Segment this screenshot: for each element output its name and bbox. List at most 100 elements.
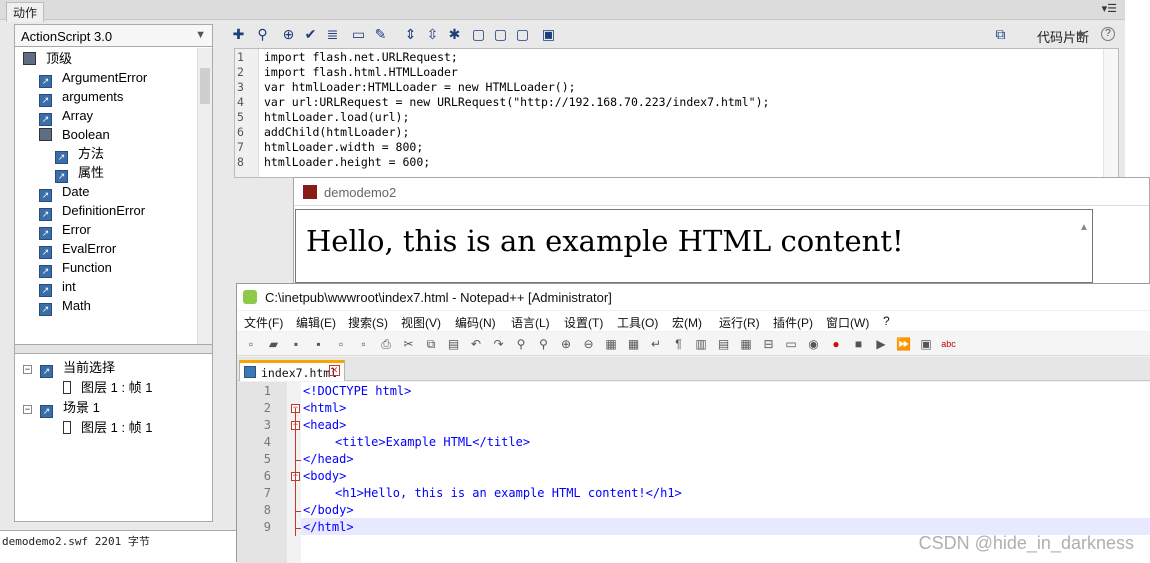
stop-icon[interactable]: ■ [851,336,867,352]
redo-icon[interactable]: ↷ [491,336,507,352]
tree-item[interactable]: ↗ arguments [39,87,123,107]
collapse-icon[interactable]: − [23,365,32,374]
sync-h-icon[interactable]: ▦ [626,336,642,352]
save-macro-icon[interactable]: ▣ [918,336,934,352]
close-tab-icon[interactable]: ✕ [329,365,340,376]
new-icon[interactable]: ▫ [243,336,259,352]
menu-item[interactable]: 编辑(E) [296,314,336,331]
tree-item[interactable]: ↗ DefinitionError [39,201,146,221]
check-syntax-icon[interactable]: ✔ [302,26,319,43]
play-multi-icon[interactable]: ⏩ [896,336,912,352]
menu-item[interactable]: 设置(T) [564,314,603,331]
add-icon[interactable]: ✚ [230,26,247,43]
debug-icon[interactable]: ✎ [372,26,389,43]
actionscript-editor[interactable]: 12345678 import flash.net.URLRequest; imp… [234,48,1119,178]
tree-item[interactable]: ↗ Math [39,296,91,316]
tree-item[interactable]: ↗ Error [39,220,91,240]
scene-item[interactable]: 图层 1 : 帧 1 [63,378,153,398]
open-icon[interactable]: ▰ [266,336,282,352]
menu-item[interactable]: 语言(L) [511,314,550,331]
format-icon[interactable]: ≣ [324,26,341,43]
cut-icon[interactable]: ✂ [401,336,417,352]
menu-item[interactable]: 插件(P) [773,314,813,331]
tree-item[interactable]: ↗ Array [39,106,93,126]
tree-scrollbar[interactable] [197,48,212,344]
tree-item-label: Function [62,260,112,275]
comment-icon[interactable]: ▢ [470,26,487,43]
tree-item[interactable]: ↗ EvalError [39,239,116,259]
collapse-selection-icon[interactable]: ⇳ [424,26,441,43]
notepad-title-bar[interactable]: C:\inetpub\wwwroot\index7.html - Notepad… [237,284,1150,310]
line-comment-icon[interactable]: ▢ [492,26,509,43]
tree-item[interactable]: ↗ 方法 [55,144,104,164]
tree-item[interactable]: ↗ Date [39,182,89,202]
snippets-icon[interactable]: ⧉ [992,26,1009,43]
menu-item[interactable]: 运行(R) [719,314,760,331]
chevron-up-icon[interactable]: ▲ [1079,222,1089,233]
uncomment-icon[interactable]: ▢ [514,26,531,43]
tree-item[interactable]: ↗ Function [39,258,112,278]
replace-icon[interactable]: ⚲ [536,336,552,352]
all-chars-icon[interactable]: ¶ [671,336,687,352]
tree-item[interactable]: ↗ 属性 [55,163,104,183]
scene-item[interactable]: − ↗ 当前选择 [23,358,115,378]
copy-icon[interactable]: ⧉ [423,336,439,352]
zoom-out-icon[interactable]: ⊖ [581,336,597,352]
tree-item[interactable]: 顶级 [23,49,72,68]
scene-item[interactable]: − ↗ 场景 1 [23,398,100,418]
menu-item[interactable]: 文件(F) [244,314,283,331]
demo-scrollbar[interactable]: ▲ [1076,210,1092,282]
collapse-icon[interactable]: ⇕ [402,26,419,43]
monitor-icon[interactable]: ◉ [806,336,822,352]
spell-icon[interactable]: abc [941,336,957,352]
lang-icon[interactable]: ▤ [716,336,732,352]
paste-icon[interactable]: ▤ [446,336,462,352]
menu-item[interactable]: 工具(O) [617,314,658,331]
tab-index7[interactable]: index7.html ✕ [239,360,345,381]
language-select[interactable]: ActionScript 3.0 ▼ [15,25,212,47]
scene-item[interactable]: 图层 1 : 帧 1 [63,418,153,438]
record-icon[interactable]: ● [828,336,844,352]
save-all-icon[interactable]: ▪ [311,336,327,352]
tree-item[interactable]: Boolean [39,125,110,144]
menu-item[interactable]: ? [883,314,890,328]
show-toolbox-icon[interactable]: ▣ [540,26,557,43]
indent-guide-icon[interactable]: ▥ [693,336,709,352]
find-icon[interactable]: ⚲ [513,336,529,352]
expand-icon[interactable]: ✱ [446,26,463,43]
line-number: 7 [237,140,244,154]
func-list-icon[interactable]: ⊟ [761,336,777,352]
editor-scrollbar[interactable] [1103,49,1118,177]
menu-item[interactable]: 搜索(S) [348,314,388,331]
target-icon[interactable]: ⊕ [280,26,297,43]
hint-icon[interactable]: ▭ [350,26,367,43]
panel-splitter[interactable] [15,344,212,354]
demo-title-bar[interactable]: demodemo2 [294,178,1149,206]
tree-item[interactable]: ↗ ArgumentError [39,68,147,88]
print-icon[interactable]: ⎙ [378,336,394,352]
doc-map-icon[interactable]: ▦ [738,336,754,352]
play-icon[interactable]: ▶ [873,336,889,352]
collapse-icon[interactable]: − [23,405,32,414]
actions-tab[interactable]: 动作 [6,2,45,22]
help-icon[interactable]: ? [1101,27,1115,41]
zoom-in-icon[interactable]: ⊕ [558,336,574,352]
menu-item[interactable]: 编码(N) [455,314,496,331]
save-icon[interactable]: ▪ [288,336,304,352]
scroll-thumb[interactable] [200,68,210,104]
panel-menu-icon[interactable]: ▾☰ [1102,2,1117,15]
scene-item-label: 场景 1 [63,400,100,415]
tree-item-label: DefinitionError [62,203,146,218]
menu-item[interactable]: 宏(M) [672,314,702,331]
tree-item[interactable]: ↗ int [39,277,76,297]
menu-item[interactable]: 视图(V) [401,314,441,331]
menu-item[interactable]: 窗口(W) [826,314,869,331]
wrap-icon[interactable]: ↵ [648,336,664,352]
folder-icon[interactable]: ▭ [783,336,799,352]
wand-icon[interactable]: ✦ [1072,26,1089,43]
sync-v-icon[interactable]: ▦ [603,336,619,352]
undo-icon[interactable]: ↶ [468,336,484,352]
close-all-icon[interactable]: ▫ [356,336,372,352]
find-icon[interactable]: ⚲ [254,26,271,43]
close-icon[interactable]: ▫ [333,336,349,352]
